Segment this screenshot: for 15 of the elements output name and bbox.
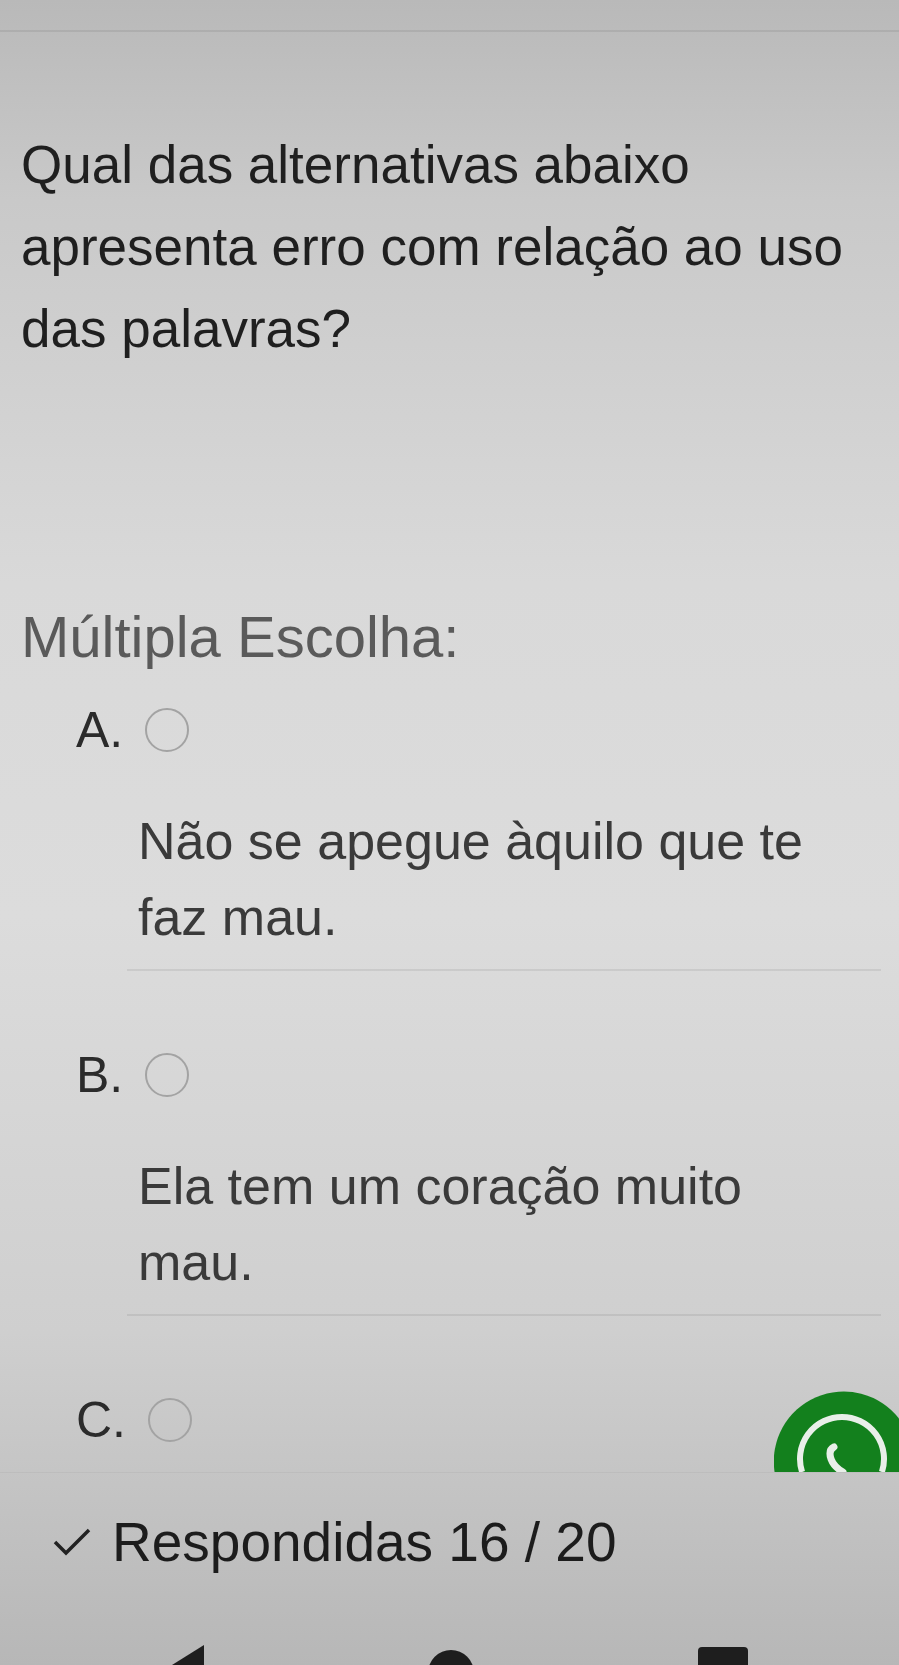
phone-icon xyxy=(797,1414,887,1472)
radio-button[interactable] xyxy=(145,708,190,752)
check-icon xyxy=(52,1527,92,1557)
option-text: Ela tem um coração muito mau. xyxy=(138,1156,744,1293)
option-text: Não se apegue àquilo que te faz mau. xyxy=(138,811,804,948)
option-letter: B. xyxy=(76,1047,124,1103)
question-type-label: Múltipla Escolha: xyxy=(21,603,461,671)
radio-button[interactable] xyxy=(145,1053,190,1097)
square-icon[interactable] xyxy=(698,1647,748,1665)
answered-count: Respondidas 16 / 20 xyxy=(112,1510,617,1574)
floating-button[interactable] xyxy=(774,1389,899,1472)
radio-button[interactable] xyxy=(148,1398,192,1442)
option-letter: A. xyxy=(76,702,124,758)
option-letter: C. xyxy=(76,1392,126,1448)
question-text: Qual das alternativas abaixo apresenta erro com relação ao uso das palavras? xyxy=(21,134,844,360)
